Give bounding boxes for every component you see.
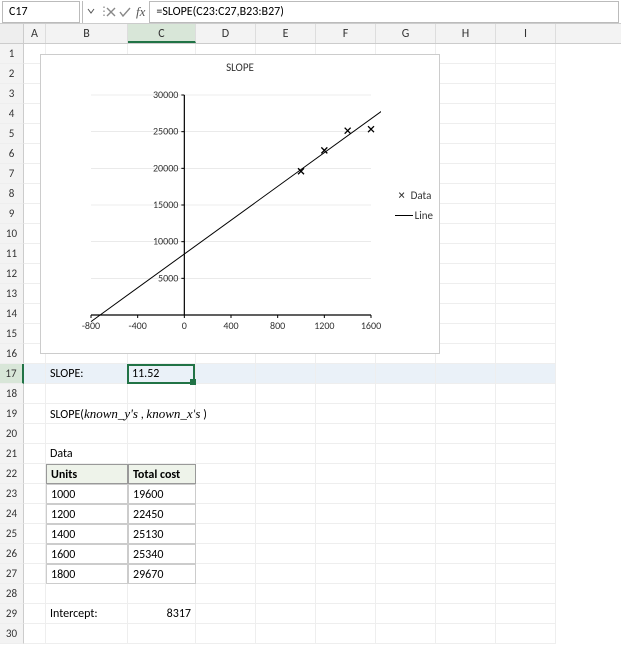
row-header[interactable]: 3: [0, 84, 24, 104]
col-header-C[interactable]: C: [128, 24, 196, 43]
legend-data: Data: [411, 189, 432, 202]
col-header-B[interactable]: B: [46, 24, 128, 43]
column-headers: A B C D E F G H I: [0, 24, 621, 44]
col-header-F[interactable]: F: [316, 24, 376, 43]
row-header[interactable]: 15: [0, 324, 24, 344]
syntax-cell[interactable]: SLOPE(known_y's , known_x's ): [46, 404, 128, 424]
svg-text:400: 400: [223, 319, 238, 332]
table-cell[interactable]: 22450: [128, 504, 196, 524]
row-header[interactable]: 27: [0, 564, 24, 584]
svg-text:20000: 20000: [153, 161, 178, 174]
row-header[interactable]: 5: [0, 124, 24, 144]
name-box[interactable]: C17: [2, 1, 80, 23]
svg-text:1200: 1200: [314, 319, 334, 332]
svg-text:0: 0: [182, 319, 187, 332]
data-heading[interactable]: Data: [46, 444, 128, 464]
col-header-E[interactable]: E: [256, 24, 316, 43]
col-header-H[interactable]: H: [436, 24, 496, 43]
table-header-cost[interactable]: Total cost: [128, 464, 196, 484]
svg-text:15000: 15000: [153, 198, 178, 211]
row-header[interactable]: 13: [0, 284, 24, 304]
legend-line-icon: [395, 215, 413, 216]
svg-text:5000: 5000: [158, 271, 178, 284]
row-header[interactable]: 6: [0, 144, 24, 164]
row-header[interactable]: 8: [0, 184, 24, 204]
row-header[interactable]: 11: [0, 244, 24, 264]
row-header[interactable]: 19: [0, 404, 24, 424]
table-cell[interactable]: 19600: [128, 484, 196, 504]
table-cell[interactable]: 29670: [128, 564, 196, 584]
svg-text:-400: -400: [129, 319, 147, 332]
slope-label[interactable]: SLOPE:: [46, 364, 128, 384]
name-box-dropdown[interactable]: [82, 1, 98, 23]
table-cell[interactable]: 1200: [46, 504, 128, 524]
col-header-G[interactable]: G: [376, 24, 436, 43]
syntax-fn: SLOPE(: [50, 408, 84, 422]
row-header[interactable]: 21: [0, 444, 24, 464]
table-cell[interactable]: 1000: [46, 484, 128, 504]
col-header-A[interactable]: A: [24, 24, 46, 43]
table-cell[interactable]: 1600: [46, 544, 128, 564]
svg-text:800: 800: [270, 319, 285, 332]
intercept-label[interactable]: Intercept:: [46, 604, 128, 624]
row-header[interactable]: 1: [0, 44, 24, 64]
formula-bar: C17 ⋮ fx =SLOPE(C23:C27,B23:B27): [0, 0, 621, 24]
cancel-icon[interactable]: [104, 5, 118, 19]
row-header[interactable]: 7: [0, 164, 24, 184]
intercept-value[interactable]: 8317: [128, 604, 196, 624]
select-all-corner[interactable]: [0, 24, 24, 43]
row-header[interactable]: 25: [0, 524, 24, 544]
row-header[interactable]: 29: [0, 604, 24, 624]
row-header[interactable]: 10: [0, 224, 24, 244]
row-header[interactable]: 16: [0, 344, 24, 364]
slope-value-cell[interactable]: 11.52: [128, 364, 196, 384]
svg-text:1600: 1600: [361, 319, 381, 332]
row-header[interactable]: 20: [0, 424, 24, 444]
grid[interactable]: 1 2 3 4 5 6 7 8 9 10 11 12 13 14 15 16 1…: [0, 44, 621, 658]
row-header[interactable]: 12: [0, 264, 24, 284]
row-header[interactable]: 17: [0, 364, 24, 384]
row-header[interactable]: 24: [0, 504, 24, 524]
svg-text:-800: -800: [82, 319, 100, 332]
table-cell[interactable]: 1400: [46, 524, 128, 544]
table-header-units[interactable]: Units: [46, 464, 128, 484]
chart[interactable]: SLOPE 5000 10000 15000 20000 25000 30000 -800 -…: [40, 54, 440, 354]
legend-marker-x-icon: ×: [393, 188, 411, 202]
row-header[interactable]: 2: [0, 64, 24, 84]
svg-text:10000: 10000: [153, 235, 178, 248]
row-header[interactable]: 30: [0, 624, 24, 644]
row-header[interactable]: 28: [0, 584, 24, 604]
row-header[interactable]: 22: [0, 464, 24, 484]
formula-input[interactable]: =SLOPE(C23:C27,B23:B27): [149, 1, 619, 23]
row-header[interactable]: 26: [0, 544, 24, 564]
legend-line: Line: [415, 209, 433, 222]
enter-icon[interactable]: [118, 5, 132, 19]
svg-text:30000: 30000: [153, 88, 178, 101]
row-header[interactable]: 9: [0, 204, 24, 224]
row-header[interactable]: 14: [0, 304, 24, 324]
col-header-D[interactable]: D: [196, 24, 256, 43]
col-header-I[interactable]: I: [496, 24, 556, 43]
fx-label[interactable]: fx: [132, 4, 149, 20]
row-header[interactable]: 18: [0, 384, 24, 404]
table-cell[interactable]: 25340: [128, 544, 196, 564]
table-cell[interactable]: 1800: [46, 564, 128, 584]
chart-legend: ×Data Line: [393, 185, 433, 225]
row-header[interactable]: 23: [0, 484, 24, 504]
chart-title: SLOPE: [41, 55, 439, 74]
row-header[interactable]: 4: [0, 104, 24, 124]
table-cell[interactable]: 25130: [128, 524, 196, 544]
chart-plot: 5000 10000 15000 20000 25000 30000 -800 -400 0 40…: [81, 85, 381, 335]
svg-text:25000: 25000: [153, 125, 178, 138]
